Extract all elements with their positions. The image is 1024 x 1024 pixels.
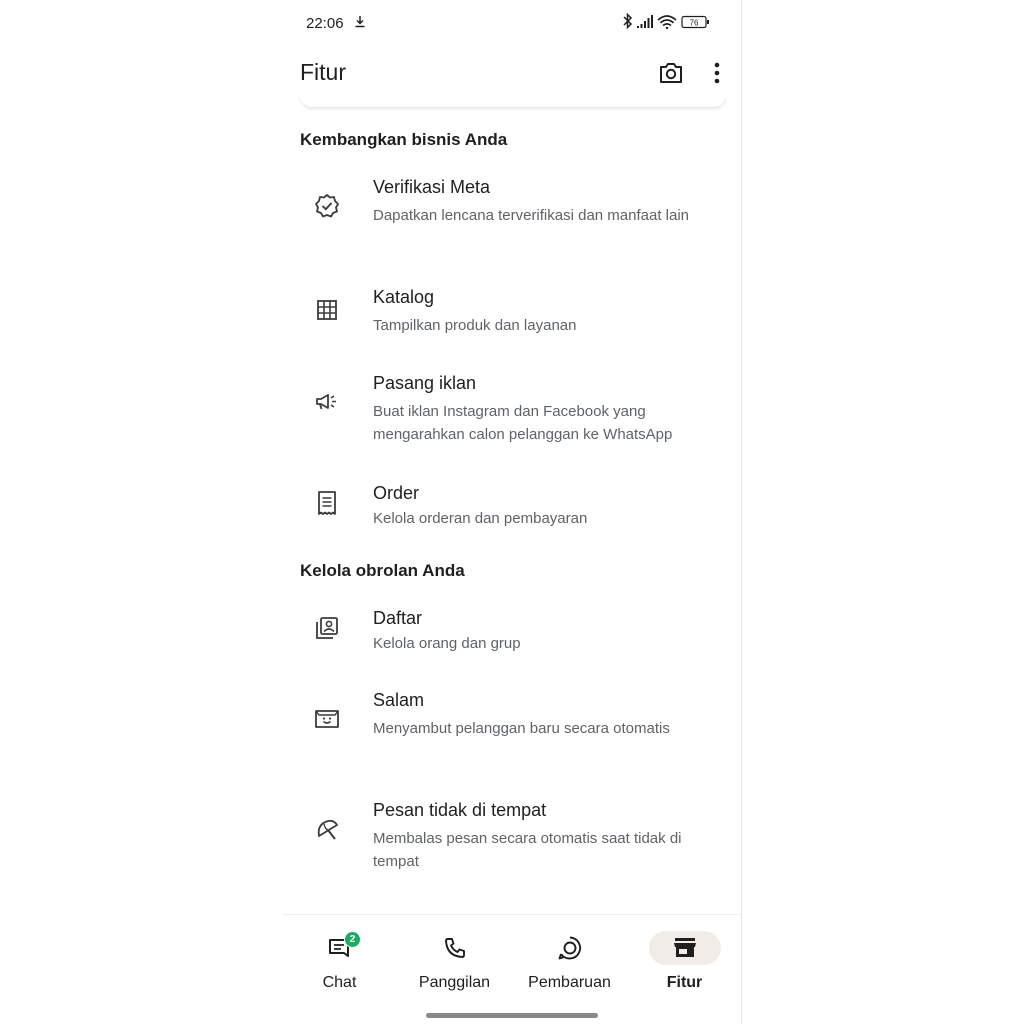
signal-icon [637,15,653,28]
more-vertical-icon [714,62,720,84]
feature-item-meta-verified[interactable]: Verifikasi Meta Dapatkan lencana terveri… [282,177,741,262]
feature-item-catalog[interactable]: Katalog Tampilkan produk dan layanan [282,287,741,347]
camera-button[interactable] [656,58,686,88]
nav-label: Fitur [666,974,703,991]
status-bar: 22:06 76 [282,0,741,44]
status-icons: 76 [623,13,709,30]
feature-item-lists[interactable]: Daftar Kelola orang dan grup [282,608,741,668]
contact-list-icon [312,613,342,643]
item-title: Order [373,483,420,503]
greeting-message-icon [312,704,342,734]
item-title: Daftar [373,608,423,628]
phone-call-icon [419,931,491,965]
download-icon [355,16,365,28]
nav-tab-updates[interactable]: Pembaruan [512,915,627,1005]
app-bar: Fitur [282,50,741,96]
status-updates-icon [534,931,606,965]
item-title: Verifikasi Meta [373,177,491,197]
home-indicator[interactable] [426,1013,598,1018]
away-beach-umbrella-icon [312,814,342,844]
receipt-icon [312,488,342,518]
nav-label: Chat [322,974,357,991]
item-description: Tampilkan produk dan layanan [373,317,577,334]
catalog-grid-icon [312,295,342,325]
nav-label: Pembaruan [528,974,611,991]
item-description: Kelola orang dan grup [373,635,521,652]
item-description: Membalas pesan secara otomatis saat tida… [373,830,682,870]
scrolled-card-edge [300,95,726,107]
verified-badge-icon [312,191,342,221]
camera-icon [660,63,682,83]
nav-tab-tools[interactable]: Fitur [627,915,741,1005]
chat-icon [304,931,376,965]
bluetooth-icon [623,13,633,30]
battery-level: 76 [690,19,699,28]
item-title: Pasang iklan [373,373,477,393]
item-description: Buat iklan Instagram dan Facebook yang m… [373,403,673,443]
item-title: Pesan tidak di tempat [373,800,547,820]
item-title: Salam [373,690,425,710]
storefront-icon [648,931,721,965]
megaphone-icon [312,387,342,417]
item-description: Menyambut pelanggan baru secara otomatis [373,720,670,737]
section-title-manage-chats: Kelola obrolan Anda [300,561,465,580]
wifi-icon [657,15,677,30]
nav-tab-calls[interactable]: Panggilan [397,915,512,1005]
bottom-navigation: 2 Chat Panggilan Pembaruan Fitur [282,914,741,1024]
unread-badge: 2 [344,931,361,948]
section-title-grow-business: Kembangkan bisnis Anda [300,130,508,149]
feature-item-order[interactable]: Order Kelola orderan dan pembayaran [282,483,741,543]
feature-item-greeting[interactable]: Salam Menyambut pelanggan baru secara ot… [282,690,741,775]
feature-item-ads[interactable]: Pasang iklan Buat iklan Instagram dan Fa… [282,373,741,458]
feature-item-away-message[interactable]: Pesan tidak di tempat Membalas pesan sec… [282,800,741,885]
item-title: Katalog [373,287,435,307]
more-options-button[interactable] [708,58,726,88]
nav-tab-chats[interactable]: 2 Chat [282,915,397,1005]
item-description: Dapatkan lencana terverifikasi dan manfa… [373,207,690,224]
item-description: Kelola orderan dan pembayaran [373,510,588,527]
page-title: Fitur [300,59,346,85]
phone-screen: 22:06 76 Fitur Kembangkan bisnis Anda Ve… [282,0,742,1024]
status-time: 22:06 [306,15,344,32]
nav-label: Panggilan [418,974,491,991]
